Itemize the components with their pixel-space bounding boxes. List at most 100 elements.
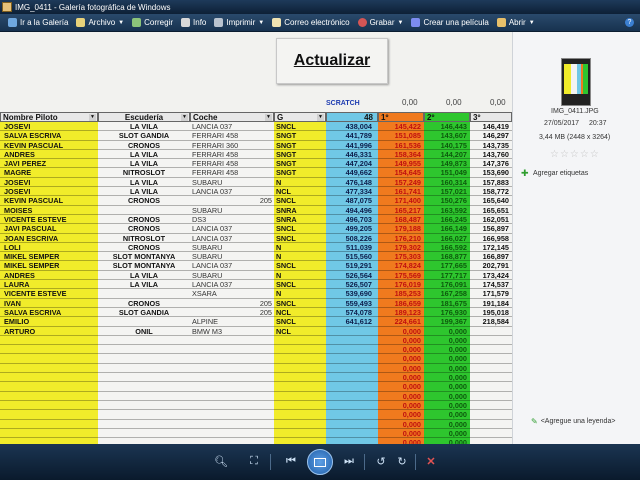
info-button[interactable]: Info [181,18,206,27]
email-button[interactable]: Correo electrónico [272,18,350,27]
cell-group: SNCL [274,196,326,206]
cell-name: SALVA ESCRIVA [0,131,98,141]
cell-score: 449,662 [326,168,378,178]
add-caption-link[interactable]: ✎ <Agregue una leyenda> [531,417,615,426]
cell-group: N [274,270,326,281]
delete-button[interactable]: ✕ [422,452,440,470]
cell-name: JOAN ESCRIVA [0,233,98,243]
make-movie-button[interactable]: Crear una película [411,18,489,27]
cell-round-3: 174,537 [470,280,512,290]
cell-round-2: 166,245 [424,214,470,225]
print-menu-label: Imprimir [226,18,256,27]
chevron-down-icon: ▼ [118,19,125,26]
cell-round-3 [470,326,512,336]
cell-group: SNCL [274,261,326,271]
cell-car: LANCIA 037 [190,280,274,290]
previous-button[interactable]: ⏮ [282,452,300,470]
cell-name [0,382,98,392]
cell-score [326,410,378,420]
rotate-right-button[interactable]: ↻ [393,452,411,470]
cell-round-3 [470,391,512,401]
cell-round-3: 218,584 [470,317,512,327]
print-menu-button[interactable]: Imprimir ▼ [214,18,264,27]
pencil-icon: ✎ [531,417,538,426]
cell-team: CRONOS [98,224,190,234]
cell-group [274,428,326,439]
cell-team: LA VILA [98,122,190,132]
cell-car: LANCIA 037 [190,122,274,132]
go-to-gallery-button[interactable]: Ir a la Galería [8,18,68,27]
cell-round-2: 166,592 [424,242,470,253]
cell-team [98,345,190,355]
cell-round-2: 157,021 [424,187,470,197]
back-icon [8,18,17,27]
burn-menu-button[interactable]: Grabar ▼ [357,18,403,27]
cell-round-2: 163,592 [424,205,470,215]
actual-size-button[interactable]: ⛶ [245,452,263,470]
cell-score: 515,560 [326,252,378,262]
cell-round-3: 165,640 [470,196,512,206]
cell-team: LA VILA [98,149,190,160]
cell-round-2: 199,367 [424,317,470,327]
zoom-button[interactable]: 🔍︎ [210,452,232,470]
column-round-3: 146,419 146,297 143,735 143,760 147,376 153,6… [470,122,512,444]
cell-name: JAVI PASCUAL [0,224,98,234]
cell-team: SLOT GANDIA [98,131,190,141]
star-rating[interactable]: ☆☆☆☆☆ [550,149,600,160]
spreadsheet-photo: Actualizar SCRATCH 0,00 0,00 0,00 Nombre… [0,32,512,444]
help-icon[interactable]: ? [625,18,634,27]
rotate-left-button[interactable]: ↺ [372,452,390,470]
cell-team [98,335,190,346]
cell-round-3: 195,018 [470,307,512,318]
thumbnail-image[interactable] [561,58,591,106]
header-round-1: 1º [378,112,424,122]
add-tags-link[interactable]: ✚ Agregar etiquetas [521,169,589,178]
cell-round-1: 165,217 [378,205,424,215]
add-tags-label: Agregar etiquetas [533,169,589,177]
header-round-3: 3º [470,112,512,122]
cell-score [326,363,378,374]
cell-round-3: 158,772 [470,187,512,197]
cell-team: LA VILA [98,187,190,197]
burn-menu-label: Grabar [369,18,395,27]
cell-car: SUBARU [190,177,274,188]
column-round-2: 146,443 143,607 140,175 144,207 149,873 151,0… [424,122,470,444]
open-menu-button[interactable]: Abrir ▼ [496,18,535,27]
dropdown-arrow-icon: ▼ [181,114,188,121]
cell-round-2: 150,276 [424,196,470,206]
fix-button[interactable]: Corregir [132,18,173,27]
cell-car [190,335,274,346]
window-title: IMG_0411 - Galería fotográfica de Window… [15,2,171,12]
column-group: SNCL SNGT SNGT SNGT SNGT SNGT N NCL SNCL SNRA SNRA… [274,122,326,444]
cell-round-3: 146,297 [470,131,512,141]
cell-round-1: 0,000 [378,382,424,392]
cell-round-1: 176,019 [378,280,424,290]
cell-round-1: 179,188 [378,224,424,234]
column-team: LA VILA SLOT GANDIA CRONOS LA VILA LA VILA NI… [98,122,190,444]
email-label: Correo electrónico [284,18,350,27]
cell-round-1: 174,824 [378,261,424,271]
cell-group: SNGT [274,149,326,160]
cell-name: MAGRE [0,168,98,178]
cell-team: CRONOS [98,298,190,308]
next-button[interactable]: ⏭ [340,452,358,470]
cell-group: SNGT [274,159,326,169]
cell-round-2: 0,000 [424,410,470,420]
cell-team: LA VILA [98,280,190,290]
file-time: 20:37 [589,120,607,127]
cell-round-1: 224,661 [378,317,424,327]
file-menu-button[interactable]: Archivo ▼ [76,18,124,27]
cell-name: VICENTE ESTEVE [0,289,98,299]
cell-round-3 [470,363,512,374]
open-icon [496,18,506,27]
cell-car: SUBARU [190,205,274,215]
column-score: 438,004 441,789 441,996 446,331 447,204 449,6… [326,122,378,444]
slideshow-button[interactable] [307,449,333,475]
cell-group: SNCL [274,233,326,243]
cell-car: FERRARI 458 [190,159,274,169]
top-value-2: 0,00 [446,98,462,107]
cell-round-1: 168,487 [378,214,424,225]
cell-car: SUBARU [190,252,274,262]
cell-car: FERRARI 458 [190,131,274,141]
cell-group: SNCL [274,280,326,290]
